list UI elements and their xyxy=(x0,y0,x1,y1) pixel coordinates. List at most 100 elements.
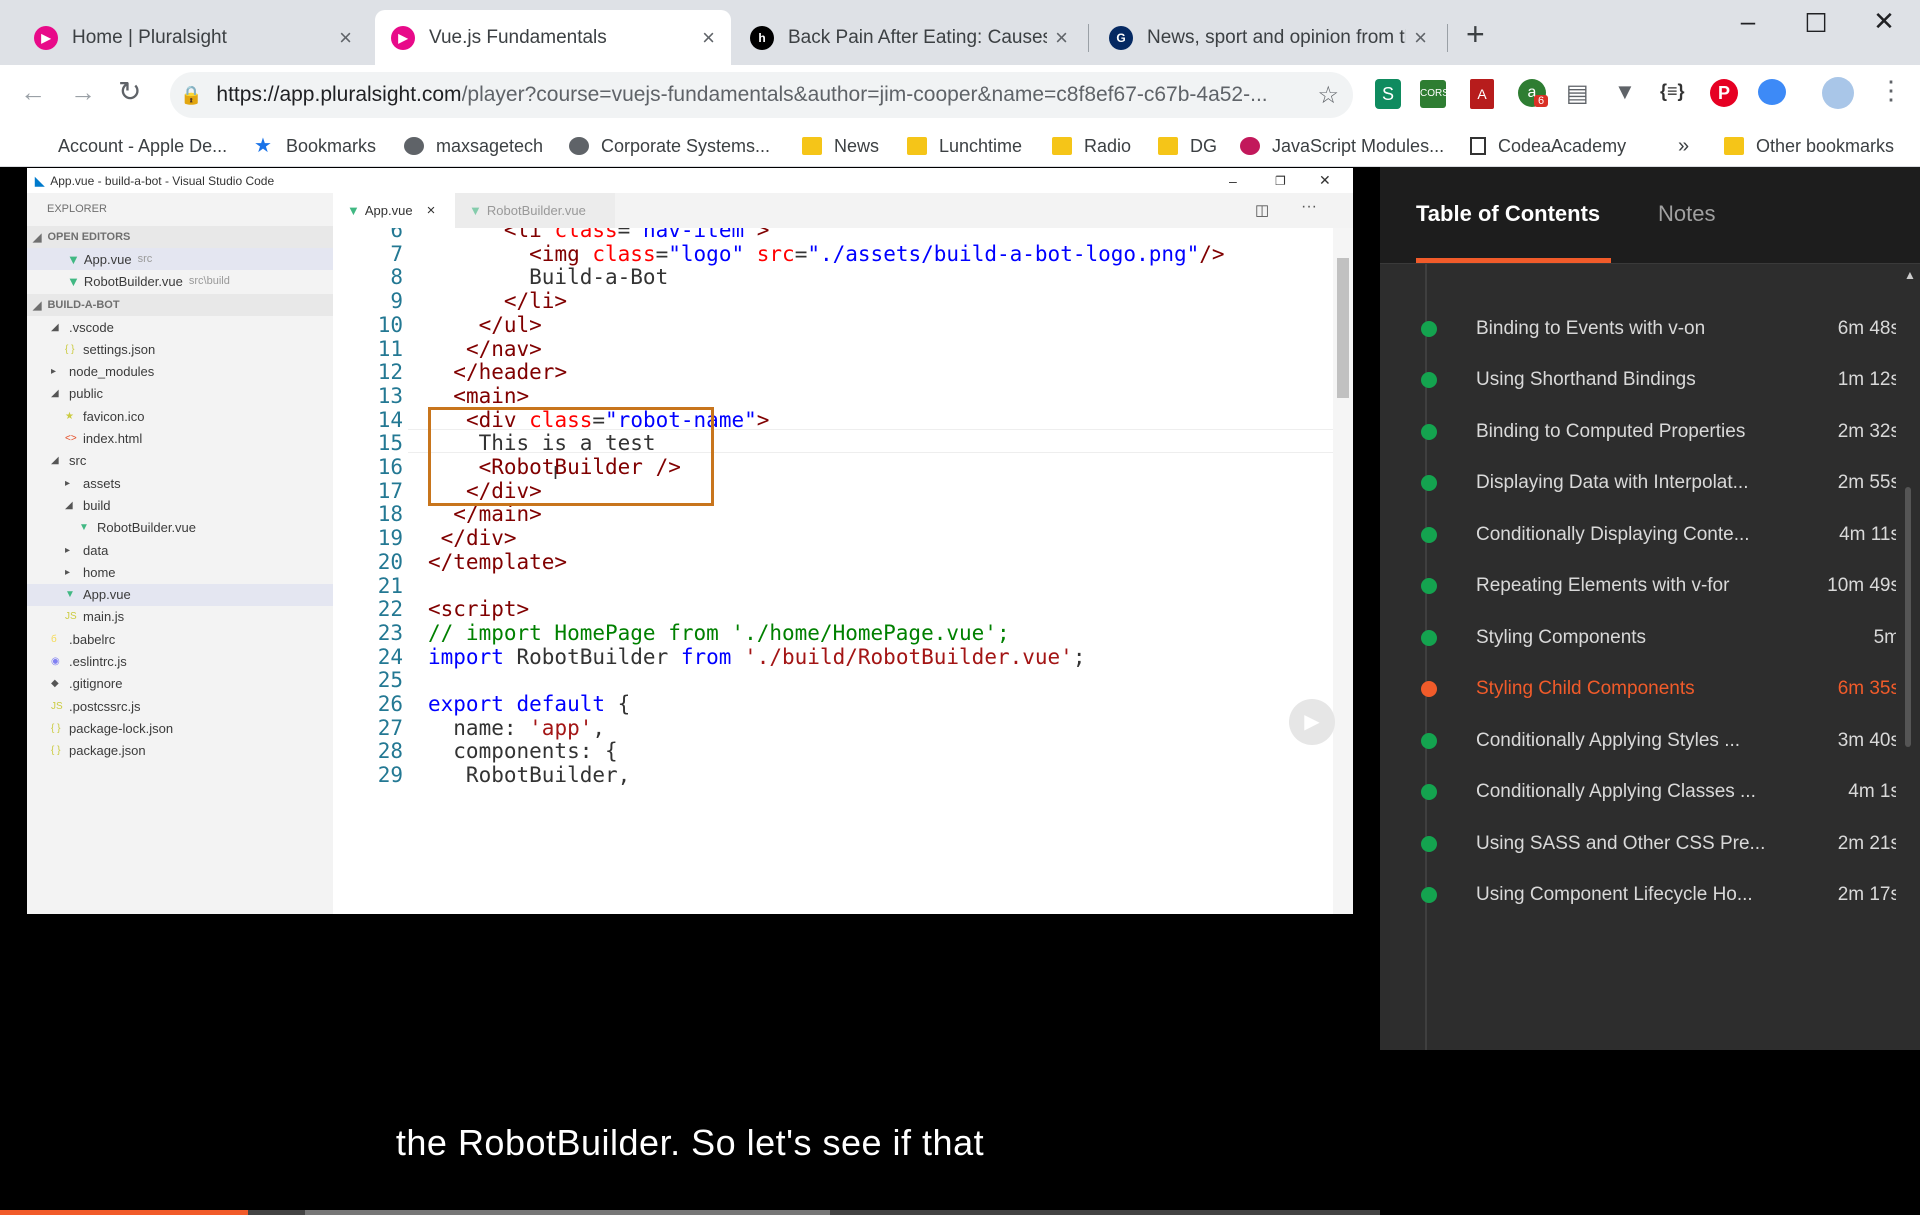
course-sidebar: Table of Contents Notes Binding to Event… xyxy=(1380,167,1920,1050)
tree-item-label: .babelrc xyxy=(69,631,116,647)
completed-check-icon xyxy=(1421,320,1437,337)
other-bookmarks[interactable]: Other bookmarks xyxy=(1724,131,1894,161)
tree-item[interactable]: ▸ data xyxy=(27,539,333,561)
bookmark-folder[interactable]: Lunchtime xyxy=(907,131,1022,161)
back-icon[interactable]: ← xyxy=(20,77,46,108)
editor-tab-robotbuilder[interactable]: ▼ RobotBuilder.vue xyxy=(455,193,615,228)
close-icon[interactable]: × xyxy=(339,25,352,51)
tree-item[interactable]: <> index.html xyxy=(27,428,333,450)
browser-tab-home[interactable]: ▶ Home | Pluralsight × xyxy=(18,10,368,65)
avatar[interactable] xyxy=(1822,77,1854,109)
toc-scrollbar[interactable]: ▲ xyxy=(1896,264,1920,1050)
tree-item[interactable]: ◉ .eslintrc.js xyxy=(27,651,333,673)
code-area[interactable]: 6 <li class="nav-item"> 7 <img class="log… xyxy=(333,228,1333,914)
tree-item[interactable]: ◢ .vscode xyxy=(27,316,333,338)
close-icon[interactable]: × xyxy=(1055,25,1068,51)
tree-item[interactable]: ◢ build xyxy=(27,494,333,516)
bookmark-folder[interactable]: Radio xyxy=(1052,131,1131,161)
vue-devtools-icon[interactable]: ▼ xyxy=(1614,79,1636,105)
scrollbar-thumb[interactable] xyxy=(1905,487,1911,747)
window-close-icon[interactable]: ✕ xyxy=(1864,6,1904,37)
comment-icon[interactable]: ▤ xyxy=(1566,79,1589,108)
messenger-icon[interactable] xyxy=(1758,79,1786,105)
line-number: 13 xyxy=(377,383,403,408)
chevron-down-icon: ◢ xyxy=(33,231,42,244)
address-bar[interactable]: 🔒 https://app.pluralsight.com/player?cou… xyxy=(170,72,1353,118)
project-header[interactable]: ◢ BUILD-A-BOT xyxy=(27,294,333,316)
code-line: </template> xyxy=(428,550,567,574)
extension-s-icon[interactable]: S xyxy=(1375,79,1401,109)
maximize-icon[interactable]: ☐ xyxy=(1796,8,1836,39)
code-token: </template> xyxy=(428,549,568,574)
tree-item[interactable]: ▸ home xyxy=(27,561,333,583)
new-tab-button[interactable]: + xyxy=(1466,16,1485,53)
tree-item[interactable]: ◢ public xyxy=(27,383,333,405)
code-line: </div> xyxy=(428,526,517,550)
code-editor[interactable]: ▼ App.vue × ▼ RobotBuilder.vue ◫ ··· 6 <… xyxy=(333,193,1353,914)
bookmark-item[interactable]: maxsagetech xyxy=(404,131,543,161)
tree-item[interactable]: { } settings.json xyxy=(27,338,333,360)
globe-icon xyxy=(404,137,424,155)
code-token: "logo" xyxy=(668,241,745,266)
more-actions-icon[interactable]: ··· xyxy=(1301,198,1317,216)
pinterest-icon[interactable]: P xyxy=(1710,79,1738,107)
tree-item[interactable]: ◆ .gitignore xyxy=(27,673,333,695)
minimize-icon[interactable]: – xyxy=(1728,6,1768,37)
browser-tab-guardian[interactable]: G News, sport and opinion from the × xyxy=(1093,10,1443,65)
close-icon[interactable]: × xyxy=(1414,25,1427,51)
tree-item[interactable]: ▸ node_modules xyxy=(27,361,333,383)
browser-tab-back-pain[interactable]: h Back Pain After Eating: Causes, Tr × xyxy=(734,10,1084,65)
tree-item[interactable]: { } package-lock.json xyxy=(27,717,333,739)
code-token: /> xyxy=(1199,241,1225,266)
code-line: <main> xyxy=(428,384,529,408)
json-viewer-icon[interactable]: {≡} xyxy=(1660,81,1685,102)
split-editor-icon[interactable]: ◫ xyxy=(1255,201,1269,219)
pdf-extension-icon[interactable]: A xyxy=(1470,79,1494,109)
video-progress-bar[interactable] xyxy=(0,1210,1380,1215)
close-icon[interactable]: × xyxy=(702,25,715,51)
bookmark-item[interactable]: Corporate Systems... xyxy=(569,131,770,161)
scroll-up-icon[interactable]: ▲ xyxy=(1904,268,1916,282)
menu-icon[interactable]: ⋮ xyxy=(1878,75,1904,106)
scrollbar-thumb[interactable] xyxy=(1337,258,1349,398)
toc-item[interactable]: Using Component Lifecycle Ho... 2m 17s xyxy=(1380,864,1900,927)
bookmark-folder[interactable]: News xyxy=(802,131,879,161)
bookmark-item[interactable]: CodeaAcademy xyxy=(1470,131,1626,161)
more-bookmarks-button[interactable]: » xyxy=(1678,131,1689,161)
toc-item-title: Displaying Data with Interpolat... xyxy=(1476,472,1749,493)
tree-item-label: favicon.ico xyxy=(83,408,145,424)
url-host: https://app.pluralsight.com xyxy=(216,83,462,106)
tree-item[interactable]: JS .postcssrc.js xyxy=(27,695,333,717)
tree-item[interactable]: ▸ assets xyxy=(27,472,333,494)
tree-item[interactable]: б .babelrc xyxy=(27,628,333,650)
open-editor-item[interactable]: ▼ RobotBuilder.vue src\build xyxy=(27,270,333,292)
browser-tab-vuejs[interactable]: ▶ Vue.js Fundamentals × xyxy=(375,10,731,65)
vue-file-icon: ▼ xyxy=(347,203,360,218)
code-line: export default { xyxy=(428,692,630,716)
bookmark-item[interactable]: Account - Apple De... xyxy=(26,131,227,161)
tree-item[interactable]: { } package.json xyxy=(27,740,333,762)
pluralsight-watermark-icon: ▶ xyxy=(1289,699,1335,745)
open-editors-header[interactable]: ◢ OPEN EDITORS xyxy=(27,226,333,248)
tree-item[interactable]: ▼ RobotBuilder.vue xyxy=(27,517,333,539)
tree-item[interactable]: ◢ src xyxy=(27,450,333,472)
reload-icon[interactable]: ↻ xyxy=(118,75,141,108)
tree-item[interactable]: ▼ App.vue xyxy=(27,583,333,606)
forward-icon[interactable]: → xyxy=(70,77,96,108)
bookmark-item[interactable]: ★ Bookmarks xyxy=(254,131,376,161)
tree-item[interactable]: ★ favicon.ico xyxy=(27,405,333,427)
bookmark-item[interactable]: JavaScript Modules... xyxy=(1240,131,1444,161)
vscode-titlebar: ◣ App.vue - build-a-bot - Visual Studio … xyxy=(27,168,1353,193)
vue-file-icon: ▼ xyxy=(67,273,80,289)
bookmark-folder[interactable]: DG xyxy=(1158,131,1217,161)
editor-tab-app-vue[interactable]: ▼ App.vue × xyxy=(333,193,455,228)
editor-scrollbar[interactable] xyxy=(1333,228,1353,914)
open-editor-item[interactable]: ▼ App.vue src xyxy=(27,248,333,270)
video-player[interactable]: ◣ App.vue - build-a-bot - Visual Studio … xyxy=(0,167,1380,1215)
star-bookmark-icon[interactable]: ☆ xyxy=(1317,81,1339,110)
tab-table-of-contents[interactable]: Table of Contents xyxy=(1416,201,1600,227)
tab-notes[interactable]: Notes xyxy=(1658,201,1715,227)
close-icon[interactable]: × xyxy=(427,202,436,219)
tree-item[interactable]: JS main.js xyxy=(27,606,333,628)
cors-extension-icon[interactable]: CORS xyxy=(1420,80,1449,108)
